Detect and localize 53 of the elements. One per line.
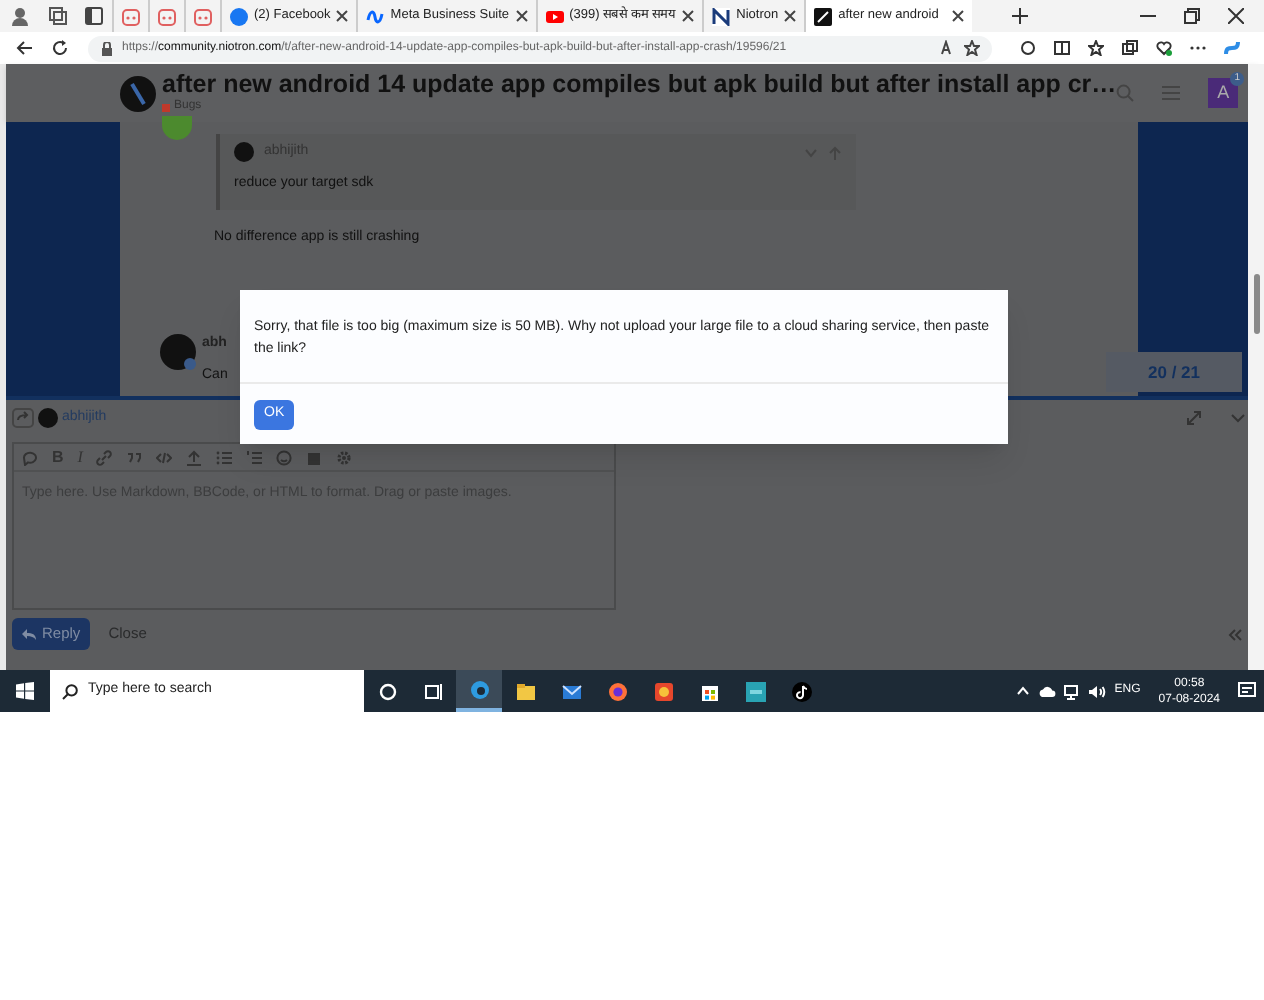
topic-title: after new android 14 update app compiles but apk build but after install app cr… xyxy=(162,70,1117,98)
extension-icon[interactable] xyxy=(1020,40,1036,56)
tab-favicon-icon xyxy=(366,7,385,25)
mail-icon[interactable] xyxy=(561,681,581,701)
profile-icon[interactable] xyxy=(10,6,30,26)
close-icon[interactable] xyxy=(952,10,965,22)
user-avatar[interactable]: A xyxy=(1208,78,1239,108)
tab-actions-icon[interactable] xyxy=(84,6,104,26)
notifications-icon[interactable] xyxy=(1238,682,1256,700)
music-note-icon[interactable] xyxy=(791,681,811,701)
chevron-up-icon[interactable] xyxy=(1016,684,1031,698)
task-view-icon[interactable] xyxy=(423,681,443,701)
restore-icon[interactable] xyxy=(1184,8,1200,24)
speaker-icon[interactable] xyxy=(1088,683,1107,699)
read-aloud-icon[interactable] xyxy=(940,40,956,56)
close-icon[interactable] xyxy=(515,10,528,22)
back-icon[interactable] xyxy=(16,40,32,56)
tab-favicon-icon xyxy=(230,7,248,25)
site-logo-icon[interactable] xyxy=(120,75,156,111)
firefox-icon[interactable] xyxy=(607,681,627,701)
tab-favicon-icon xyxy=(814,7,833,25)
refresh-icon[interactable] xyxy=(52,40,68,56)
cat-icon xyxy=(158,7,176,25)
heart-icon[interactable] xyxy=(1156,40,1172,56)
user-avatar-icon xyxy=(160,334,196,370)
cat-icon xyxy=(194,7,212,25)
reply-arrow-icon xyxy=(22,628,36,640)
avatar-icon xyxy=(38,408,58,428)
cloud-icon[interactable] xyxy=(1038,684,1057,698)
new-tab-icon[interactable] xyxy=(1012,8,1029,24)
close-icon[interactable] xyxy=(1228,8,1244,24)
favorites-icon[interactable] xyxy=(1088,40,1104,56)
user-avatar xyxy=(162,116,192,140)
windows-start-icon[interactable] xyxy=(16,682,34,700)
app-icon[interactable] xyxy=(745,681,765,701)
favorite-icon[interactable] xyxy=(964,40,980,56)
search-icon xyxy=(62,683,78,699)
tab-favicon-icon xyxy=(545,7,564,25)
network-icon[interactable] xyxy=(1064,683,1081,699)
store-icon[interactable] xyxy=(699,681,719,701)
collections-icon[interactable] xyxy=(1122,40,1138,56)
split-screen-icon[interactable] xyxy=(1054,40,1070,56)
lock-icon xyxy=(100,41,114,55)
folder-icon[interactable] xyxy=(515,681,535,701)
close-icon[interactable] xyxy=(784,10,797,22)
close-icon[interactable] xyxy=(682,10,695,22)
close-icon[interactable] xyxy=(336,10,349,22)
cat-icon xyxy=(122,7,140,25)
scrollbar[interactable] xyxy=(1248,64,1264,670)
browser-icon[interactable] xyxy=(469,679,489,699)
workspaces-icon[interactable] xyxy=(48,6,68,26)
tab-favicon-icon xyxy=(712,7,731,25)
avatar-icon xyxy=(234,142,254,163)
